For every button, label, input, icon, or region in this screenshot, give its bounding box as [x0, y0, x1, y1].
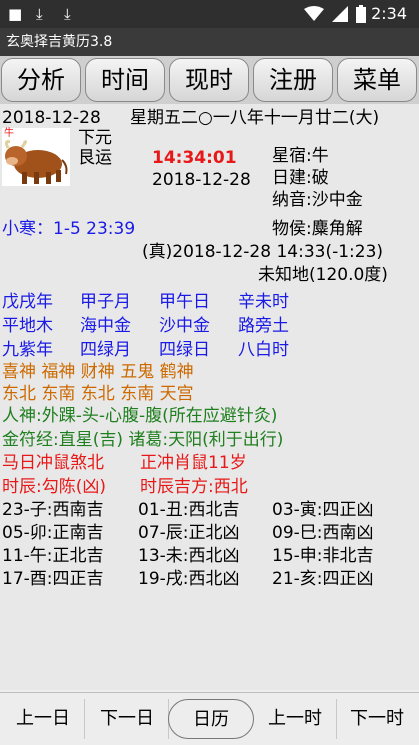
nayin-month: 海中金: [80, 316, 131, 336]
yuan-period: 下元: [78, 128, 112, 148]
star-hour: 八白时: [238, 340, 289, 360]
status-bar: ■ ⤓ ⤓ 2:34: [0, 0, 419, 28]
true-solar-time: (真)2018-12-28 14:33(-1:23): [142, 242, 384, 262]
hour-entry: 01-丑:西北吉: [138, 500, 240, 520]
gods-names: 喜神 福神 财神 五鬼 鹤神: [2, 362, 194, 382]
hour-entry: 03-寅:四正凶: [272, 500, 374, 520]
tab-register[interactable]: 注册: [253, 58, 333, 102]
ox-zodiac-image: 牛: [2, 128, 70, 186]
ganzhi-day: 甲午日: [159, 292, 210, 312]
tab-analysis[interactable]: 分析: [1, 58, 81, 102]
hour-entry: 17-酉:四正吉: [2, 569, 104, 589]
ganzhi-hour: 辛未时: [238, 292, 289, 312]
battery-icon: [356, 5, 366, 23]
current-clock: 14:34:01: [152, 148, 237, 168]
ganzhi-year: 戊戌年: [2, 292, 53, 312]
gods-directions: 东北 东南 东北 东南 天宫: [2, 384, 194, 404]
current-date: 2018-12-28: [152, 170, 251, 190]
hour-entry: 23-子:西南吉: [2, 500, 104, 520]
hour-entry: 15-申:非北吉: [272, 546, 374, 566]
next-day-button[interactable]: 下一日: [86, 699, 169, 739]
nayin: 纳音:沙中金: [272, 190, 363, 210]
gregorian-date: 2018-12-28: [2, 108, 101, 128]
download-icon: ⤓: [64, 5, 71, 23]
hour-entry: 09-巳:西南凶: [272, 523, 374, 543]
wifi-icon: [304, 6, 324, 21]
tab-now[interactable]: 现时: [169, 58, 249, 102]
weekday-lunar-date: 星期五二○一八年十一月廿二(大): [130, 108, 380, 128]
xingxiu: 星宿:牛: [272, 146, 329, 166]
tab-menu[interactable]: 菜单: [337, 58, 417, 102]
shichen: 时辰:勾陈(凶): [2, 477, 106, 497]
jinfujing: 金符经:直星(吉) 诸葛:天阳(利于出行): [2, 430, 284, 450]
rijian: 日建:破: [272, 168, 329, 188]
yun-period: 艮运: [78, 148, 112, 168]
download-icon: ⤓: [36, 5, 43, 23]
star-year: 九紫年: [2, 340, 53, 360]
hour-entry: 13-未:西北凶: [138, 546, 240, 566]
almanac-content: 2018-12-28 星期五二○一八年十一月廿二(大) 牛 下元 艮运 14:3…: [0, 104, 419, 690]
top-tab-bar: 分析 时间 现时 注册 菜单: [0, 56, 419, 104]
hour-entry: 19-戌:西北凶: [138, 569, 240, 589]
prev-hour-button[interactable]: 上一时: [254, 699, 337, 739]
notification-square-icon: ■: [8, 5, 23, 23]
shichen-direction: 时辰吉方:西北: [140, 477, 248, 497]
app-title: 玄奥择吉黄历3.8: [6, 34, 113, 50]
zodiac-clash: 正冲肖鼠11岁: [140, 453, 247, 473]
prev-day-button[interactable]: 上一日: [2, 699, 85, 739]
hour-entry: 11-午:正北吉: [2, 546, 104, 566]
app-title-bar: 玄奥择吉黄历3.8: [0, 28, 419, 56]
day-clash: 马日冲鼠煞北: [2, 453, 104, 473]
hour-entry: 21-亥:四正凶: [272, 569, 374, 589]
bottom-nav-bar: 上一日 下一日 日历 上一时 下一时: [0, 692, 419, 745]
hour-entry: 05-卯:正南吉: [2, 523, 104, 543]
nayin-day: 沙中金: [159, 316, 210, 336]
signal-icon: [332, 6, 348, 22]
next-hour-button[interactable]: 下一时: [336, 699, 418, 739]
location: 未知地(120.0度): [258, 265, 388, 285]
wuhou: 物侯:麋角解: [272, 219, 363, 239]
hour-entry: 07-辰:正北凶: [138, 523, 240, 543]
status-time: 2:34: [371, 4, 407, 23]
nayin-hour: 路旁土: [238, 316, 289, 336]
renshen: 人神:外踝-头-心腹-腹(所在应避针灸): [2, 406, 278, 426]
ganzhi-month: 甲子月: [80, 292, 131, 312]
tab-time[interactable]: 时间: [85, 58, 165, 102]
star-day: 四绿日: [159, 340, 210, 360]
calendar-button[interactable]: 日历: [168, 699, 254, 739]
zodiac-tag: 牛: [4, 128, 14, 139]
solar-term: 小寒：1-5 23:39: [2, 219, 136, 239]
star-month: 四绿月: [80, 340, 131, 360]
nayin-year: 平地木: [2, 316, 53, 336]
